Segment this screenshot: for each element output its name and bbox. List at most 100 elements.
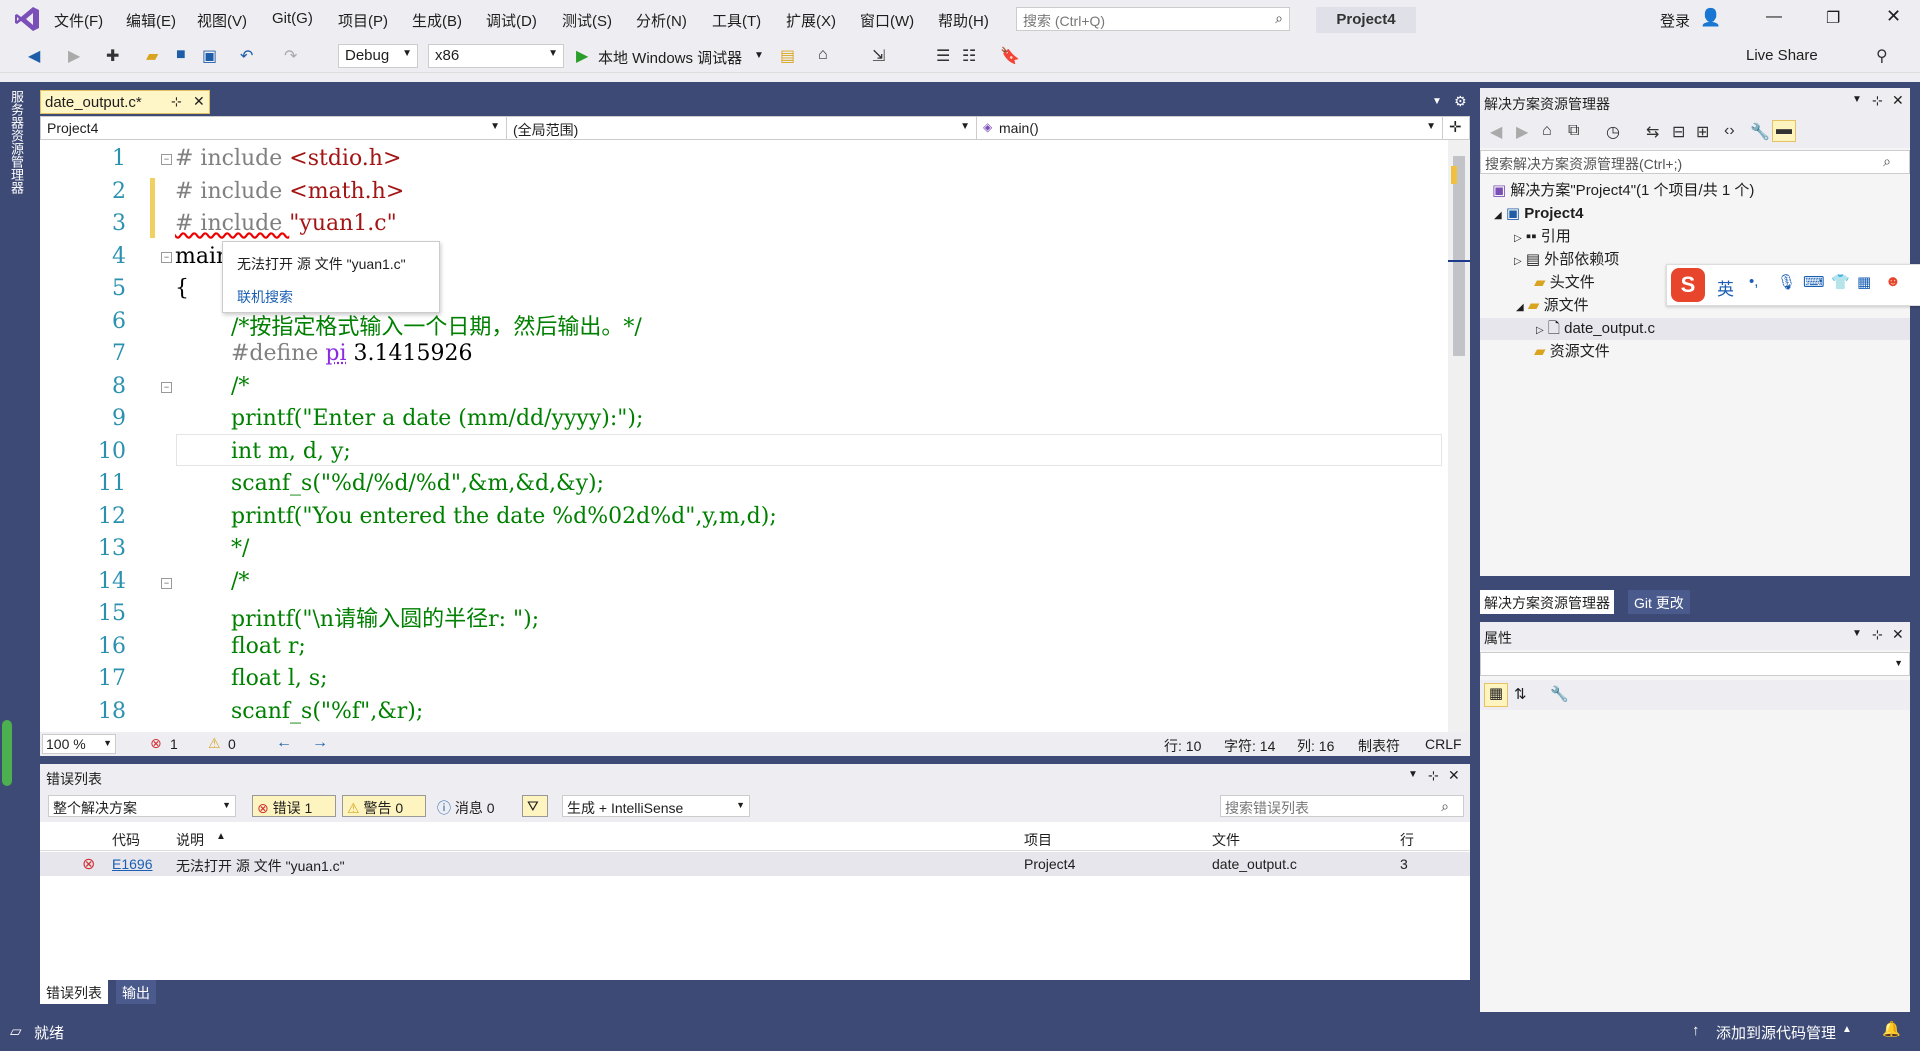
header-project[interactable]: 项目 — [1024, 830, 1052, 850]
nav-function-select[interactable]: ◈ main() ▼ — [977, 117, 1443, 139]
tab-error-list[interactable]: 错误列表 — [40, 980, 108, 1004]
open-folder-icon[interactable]: ▰ — [146, 46, 158, 66]
line-ending[interactable]: CRLF — [1425, 736, 1462, 752]
search-online-link[interactable]: 联机搜索 — [237, 287, 293, 307]
scope-select[interactable]: 整个解决方案 ▼ — [48, 795, 236, 817]
next-issue-icon[interactable]: → — [312, 734, 328, 752]
error-search-input[interactable]: 搜索错误列表 ⌕ — [1220, 795, 1464, 817]
close-tab-icon[interactable]: ✕ — [193, 93, 205, 110]
error-circle-icon[interactable]: ⊗ — [150, 735, 162, 752]
feedback-icon[interactable]: ⚲ — [1876, 46, 1888, 66]
account-icon[interactable]: 👤 — [1700, 8, 1721, 28]
warnings-filter-button[interactable]: ⚠ 警告 0 — [342, 795, 426, 817]
panel-dropdown-icon[interactable]: ▼ — [1852, 628, 1862, 639]
menu-analyze[interactable]: 分析(N) — [636, 10, 687, 31]
save-all-icon[interactable]: ▣ — [202, 46, 217, 66]
bookmark-icon[interactable]: 🔖 — [1000, 46, 1020, 66]
menu-test[interactable]: 测试(S) — [562, 10, 612, 31]
step-into-icon[interactable]: ⇲ — [872, 46, 885, 66]
split-icon[interactable]: ✛ — [1449, 118, 1462, 136]
tree-item-external-dependencies[interactable]: ▷ ▤ 外部依赖项 — [1514, 249, 1619, 271]
properties-wrench-icon[interactable]: 🔧 — [1750, 122, 1770, 142]
close-window-button[interactable]: ✕ — [1886, 6, 1901, 27]
back-icon[interactable]: ◀ — [28, 46, 40, 66]
view-code-icon[interactable]: ‹› — [1724, 122, 1735, 140]
login-link[interactable]: 登录 — [1660, 10, 1690, 31]
close-panel-icon[interactable]: ✕ — [1892, 92, 1904, 109]
chevron-down-icon[interactable]: ▼ — [754, 50, 764, 61]
forward-icon[interactable]: ▶ — [1516, 122, 1528, 142]
emoji-icon[interactable]: ☻ — [1885, 273, 1901, 290]
platform-select[interactable]: x86 ▼ — [428, 44, 564, 68]
menu-debug[interactable]: 调试(D) — [486, 10, 537, 31]
alphabetical-icon[interactable]: ⇅ — [1514, 685, 1527, 703]
notifications-icon[interactable]: 🔔 — [1882, 1020, 1901, 1038]
switch-view-icon[interactable]: ⧉ — [1568, 122, 1579, 140]
browser-icon[interactable]: ⌂ — [818, 46, 828, 64]
home-icon[interactable]: ⌂ — [1542, 122, 1552, 140]
skin-icon[interactable]: 👕 — [1831, 273, 1850, 291]
menu-edit[interactable]: 编辑(E) — [126, 10, 176, 31]
sync-icon[interactable]: ⇆ — [1646, 122, 1659, 142]
indent-mode[interactable]: 制表符 — [1358, 736, 1400, 756]
fold-collapse-icon[interactable]: − — [161, 578, 172, 589]
search-input[interactable]: 搜索 (Ctrl+Q) ⌕ — [1016, 7, 1290, 31]
new-project-icon[interactable]: ✚ — [106, 46, 119, 66]
close-panel-icon[interactable]: ✕ — [1892, 626, 1904, 643]
scrollbar-thumb[interactable] — [1453, 156, 1465, 356]
ime-language-toggle[interactable]: 英 — [1717, 275, 1734, 300]
errors-filter-button[interactable]: ⊗ 错误 1 — [252, 795, 336, 817]
start-debugger-button[interactable]: 本地 Windows 调试器 — [598, 47, 742, 68]
punctuation-icon[interactable]: •, — [1749, 273, 1758, 290]
collapse-all-icon[interactable]: ⊟ — [1672, 122, 1685, 142]
panel-dropdown-icon[interactable]: ▼ — [1852, 94, 1862, 105]
find-in-files-icon[interactable]: ▤ — [780, 46, 795, 66]
tab-dropdown-icon[interactable]: ▼ — [1432, 96, 1442, 107]
menu-extensions[interactable]: 扩展(X) — [786, 10, 836, 31]
tree-item-resource-files[interactable]: ▰ 资源文件 — [1534, 341, 1610, 363]
tab-date-output[interactable]: date_output.c* ⊹ ✕ — [40, 90, 210, 114]
header-file[interactable]: 文件 — [1212, 830, 1240, 850]
forward-icon[interactable]: ▶ — [68, 46, 80, 66]
header-line[interactable]: 行 — [1400, 830, 1414, 850]
add-to-source-control-button[interactable]: 添加到源代码管理 — [1716, 1022, 1836, 1043]
tree-item-project[interactable]: ◢ ▣ Project4 — [1494, 203, 1583, 225]
panel-dropdown-icon[interactable]: ▼ — [1408, 769, 1418, 780]
error-code-link[interactable]: E1696 — [112, 856, 152, 872]
header-description[interactable]: 说明 — [176, 830, 204, 850]
solution-search-input[interactable]: 搜索解决方案资源管理器(Ctrl+;) ⌕ — [1480, 150, 1910, 174]
fold-collapse-icon[interactable]: − — [161, 154, 172, 165]
menu-tools[interactable]: 工具(T) — [712, 10, 761, 31]
comment-icon[interactable]: ☰ — [936, 46, 950, 66]
keyboard-icon[interactable]: ⌨ — [1803, 273, 1825, 291]
undo-icon[interactable]: ↶ — [240, 46, 253, 66]
tree-item-solution[interactable]: ▣ 解决方案"Project4"(1 个项目/共 1 个) — [1492, 180, 1754, 202]
play-icon[interactable]: ▶ — [576, 46, 588, 66]
microphone-icon[interactable]: 🎙 — [1777, 273, 1796, 291]
sogou-logo-icon[interactable]: S — [1671, 268, 1705, 302]
menu-build[interactable]: 生成(B) — [412, 10, 462, 31]
build-filter-select[interactable]: 生成 + IntelliSense ▼ — [562, 795, 750, 817]
nav-scope-select[interactable]: (全局范围) ▼ — [507, 117, 977, 139]
table-row[interactable]: ⊗ E1696 无法打开 源 文件 "yuan1.c" Project4 dat… — [40, 852, 1470, 876]
tree-item-date-output[interactable]: ▷ 🗋 date_output.c — [1480, 318, 1910, 340]
save-icon[interactable]: ■ — [176, 46, 186, 64]
tab-solution-explorer[interactable]: 解决方案资源管理器 — [1480, 590, 1614, 614]
properties-object-select[interactable]: ▼ — [1480, 652, 1910, 676]
tab-output[interactable]: 输出 — [116, 980, 156, 1004]
pin-icon[interactable]: ⊹ — [1872, 93, 1883, 109]
tree-item-source-files[interactable]: ◢ ▰ 源文件 — [1516, 295, 1589, 317]
settings-gear-icon[interactable]: ⚙ — [1454, 93, 1467, 110]
toolbox-icon[interactable]: ▦ — [1857, 273, 1871, 291]
pending-changes-icon[interactable]: ◷ — [1606, 122, 1620, 142]
restore-button[interactable]: ❐ — [1826, 8, 1840, 28]
uncomment-icon[interactable]: ☷ — [962, 46, 976, 66]
tab-git-changes[interactable]: Git 更改 — [1628, 590, 1690, 614]
nav-project-select[interactable]: Project4 ▼ — [41, 117, 507, 139]
fold-collapse-icon[interactable]: − — [161, 252, 172, 263]
show-all-files-icon[interactable]: ⊞ — [1696, 122, 1709, 142]
editor-vertical-scrollbar[interactable] — [1448, 140, 1470, 732]
server-explorer-tab[interactable]: 服务器资源管理器 — [8, 90, 24, 194]
zoom-select[interactable]: 100 % ▼ — [42, 734, 116, 754]
menu-help[interactable]: 帮助(H) — [938, 10, 989, 31]
